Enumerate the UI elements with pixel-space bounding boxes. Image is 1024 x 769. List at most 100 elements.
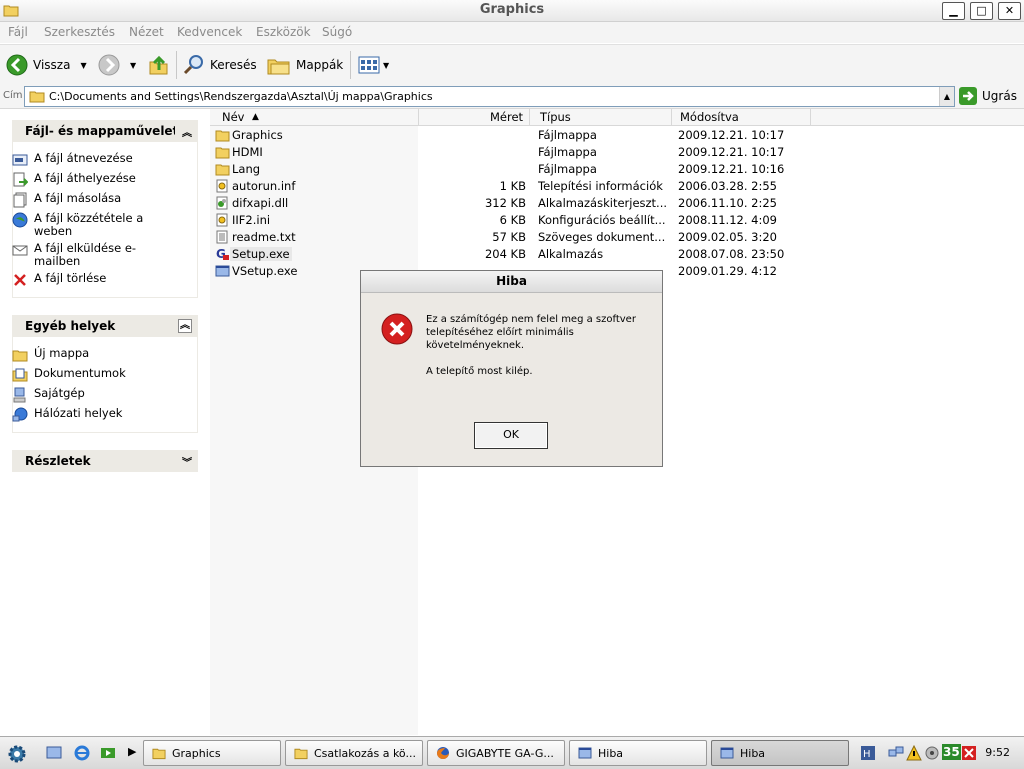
address-dropdown-icon[interactable]: ▲ <box>939 87 954 106</box>
taskbar-button-graphics[interactable]: Graphics <box>143 740 281 766</box>
file-name: readme.txt <box>232 230 296 244</box>
tray-counter-badge[interactable]: 35 <box>942 744 961 760</box>
file-row[interactable]: difxapi.dll 312 KB Alkalmazáskiterjeszt.… <box>210 195 1024 212</box>
details-title: Részletek <box>25 454 91 468</box>
back-button[interactable]: Vissza ▼ <box>6 51 87 79</box>
column-divider[interactable] <box>418 109 419 125</box>
column-divider[interactable] <box>810 109 811 125</box>
expand-chevron-icon[interactable]: ︾ <box>182 454 192 469</box>
language-icon[interactable]: H <box>860 745 876 761</box>
documents-icon <box>12 368 28 382</box>
file-name: difxapi.dll <box>232 196 289 210</box>
forward-arrow-icon <box>98 54 120 76</box>
title-bar: Graphics ▁ □ ✕ <box>0 0 1024 22</box>
folder-icon <box>152 748 166 760</box>
file-type: Fájlmappa <box>538 128 597 142</box>
media-icon[interactable] <box>100 745 116 761</box>
file-type: Szöveges dokument... <box>538 230 666 244</box>
details-header[interactable]: Részletek ︾ <box>12 450 198 472</box>
other-places-header[interactable]: Egyéb helyek ︽ <box>12 315 198 337</box>
start-gear-icon[interactable] <box>6 743 28 765</box>
search-button[interactable]: Keresés <box>183 51 257 79</box>
inf-file-icon <box>216 179 228 193</box>
show-desktop-icon[interactable] <box>46 745 62 761</box>
taskbar-button-network-connection[interactable]: Csatlakozás a kö... <box>285 740 423 766</box>
collapse-button-icon[interactable]: ︽ <box>178 319 192 333</box>
task-delete[interactable]: A fájl törlése <box>12 272 106 288</box>
views-button[interactable]: ▼ <box>357 51 389 79</box>
task-rename[interactable]: A fájl átnevezése <box>12 152 133 168</box>
minimize-button[interactable]: ▁ <box>942 2 965 20</box>
menu-view[interactable]: Nézet <box>129 25 164 39</box>
task-publish[interactable]: A fájl közzététele a weben <box>12 212 172 238</box>
clock: 9:52 <box>985 746 1010 759</box>
menu-favorites[interactable]: Kedvencek <box>177 25 242 39</box>
internet-explorer-icon[interactable] <box>74 745 90 761</box>
up-button[interactable] <box>148 51 170 79</box>
collapse-chevron-icon[interactable]: ︽ <box>182 124 192 139</box>
file-name: Setup.exe <box>230 247 292 261</box>
taskbar-button-firefox[interactable]: GIGABYTE GA-G... <box>427 740 565 766</box>
menu-file[interactable]: Fájl <box>8 25 28 39</box>
file-tasks-header[interactable]: Fájl- és mappaműveletek ︽ <box>12 120 198 142</box>
file-row[interactable]: Lang Fájlmappa 2009.12.21. 10:16 <box>210 161 1024 178</box>
column-divider[interactable] <box>529 109 530 125</box>
file-row[interactable]: HDMI Fájlmappa 2009.12.21. 10:17 <box>210 144 1024 161</box>
taskbar-button-hiba[interactable]: Hiba <box>569 740 707 766</box>
dialog-title: Hiba <box>361 271 662 293</box>
file-type: Fájlmappa <box>538 162 597 176</box>
antivirus-tray-icon[interactable] <box>961 745 977 761</box>
column-name[interactable]: Név <box>222 110 244 124</box>
address-input[interactable]: C:\Documents and Settings\Rendszergazda\… <box>24 86 955 107</box>
file-row[interactable]: readme.txt 57 KB Szöveges dokument... 20… <box>210 229 1024 246</box>
file-row[interactable]: Graphics Fájlmappa 2009.12.21. 10:17 <box>210 127 1024 144</box>
folder-icon <box>12 350 28 362</box>
task-copy[interactable]: A fájl másolása <box>12 192 121 208</box>
search-icon <box>183 55 203 75</box>
file-row[interactable]: autorun.inf 1 KB Telepítési információk … <box>210 178 1024 195</box>
column-divider[interactable] <box>671 109 672 125</box>
file-type: Konfigurációs beállít... <box>538 213 666 227</box>
menu-edit[interactable]: Szerkesztés <box>44 25 115 39</box>
column-modified[interactable]: Módosítva <box>680 110 739 124</box>
taskbar-button-hiba-active[interactable]: Hiba <box>711 740 849 766</box>
back-dropdown-icon[interactable]: ▼ <box>80 61 86 70</box>
place-documents[interactable]: Dokumentumok <box>12 367 126 383</box>
folder-icon <box>215 130 230 142</box>
rename-icon <box>12 154 28 166</box>
forward-dropdown-icon[interactable]: ▼ <box>130 61 136 70</box>
sort-ascending-icon: ▲ <box>252 112 259 122</box>
ok-button[interactable]: OK <box>474 422 548 449</box>
quick-launch-expand-icon[interactable]: ▶ <box>128 745 136 758</box>
globe-icon <box>12 212 28 228</box>
menu-help[interactable]: Súgó <box>322 25 352 39</box>
menu-bar: Fájl Szerkesztés Nézet Kedvencek Eszközö… <box>0 22 1024 62</box>
task-email[interactable]: A fájl elküldése e-mailben <box>12 242 152 268</box>
file-row[interactable]: IIF2.ini 6 KB Konfigurációs beállít... 2… <box>210 212 1024 229</box>
speaker-tray-icon[interactable] <box>924 745 940 761</box>
go-button[interactable]: Ugrás <box>959 87 1017 105</box>
column-type[interactable]: Típus <box>540 110 571 124</box>
place-network[interactable]: Hálózati helyek <box>12 407 122 423</box>
file-size: 204 KB <box>484 247 526 261</box>
file-row[interactable]: G Setup.exe 204 KB Alkalmazás 2008.07.08… <box>210 246 1024 263</box>
maximize-button[interactable]: □ <box>970 2 993 20</box>
file-name: VSetup.exe <box>232 264 298 278</box>
place-new-folder-label: Új mappa <box>34 346 90 360</box>
folders-button[interactable]: Mappák <box>267 51 343 79</box>
place-new-folder[interactable]: Új mappa <box>12 347 89 363</box>
close-button[interactable]: ✕ <box>998 2 1021 20</box>
task-rename-label: A fájl átnevezése <box>34 151 133 165</box>
address-path: C:\Documents and Settings\Rendszergazda\… <box>49 90 433 103</box>
views-dropdown-icon[interactable]: ▼ <box>383 61 389 70</box>
warning-tray-icon[interactable] <box>906 745 922 761</box>
forward-button[interactable]: ▼ <box>98 51 136 79</box>
column-size[interactable]: Méret <box>490 110 523 124</box>
menu-tools[interactable]: Eszközök <box>256 25 311 39</box>
task-move[interactable]: A fájl áthelyezése <box>12 172 136 188</box>
place-my-computer[interactable]: Sajátgép <box>12 387 85 403</box>
error-icon <box>381 313 413 345</box>
file-modified: 2009.12.21. 10:17 <box>678 128 785 142</box>
computer-icon <box>13 387 26 403</box>
network-tray-icon[interactable] <box>888 745 904 761</box>
